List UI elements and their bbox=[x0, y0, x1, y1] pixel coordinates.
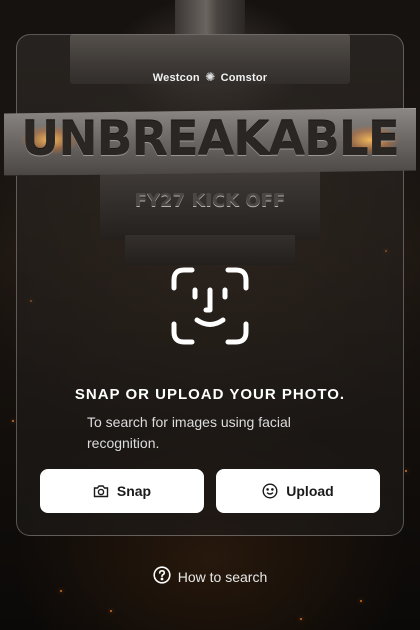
how-to-search-link[interactable]: How to search bbox=[0, 566, 420, 587]
ember bbox=[405, 470, 407, 472]
ember bbox=[110, 610, 112, 612]
upload-description: To search for images using facial recogn… bbox=[87, 414, 291, 451]
face-id-icon bbox=[170, 266, 250, 346]
how-to-search-label: How to search bbox=[177, 568, 268, 585]
camera-icon bbox=[93, 484, 109, 498]
event-subtitle: FY27 KICK OFF bbox=[134, 190, 286, 211]
event-title: UNBREAKABLE bbox=[21, 112, 400, 167]
upload-label: Upload bbox=[286, 483, 334, 499]
upload-heading: SNAP OR UPLOAD YOUR PHOTO. bbox=[74, 386, 346, 403]
help-circle-icon bbox=[153, 566, 171, 587]
ember bbox=[60, 590, 62, 592]
ember bbox=[300, 618, 302, 620]
ember bbox=[12, 420, 14, 422]
page: Westcon ✺ Comstor UNBREAKABLE FY27 KICK … bbox=[0, 0, 420, 630]
smiley-icon bbox=[262, 483, 278, 499]
snap-label: Snap bbox=[116, 483, 152, 499]
brand-name-left: Westcon bbox=[152, 72, 200, 84]
brand-logo: Westcon ✺ Comstor bbox=[0, 70, 420, 84]
upload-button[interactable]: Upload bbox=[216, 469, 380, 513]
snap-button[interactable]: Snap bbox=[40, 469, 204, 513]
sun-gear-icon: ✺ bbox=[205, 70, 216, 84]
ember bbox=[360, 600, 362, 602]
brand-name-right: Comstor bbox=[220, 72, 268, 84]
